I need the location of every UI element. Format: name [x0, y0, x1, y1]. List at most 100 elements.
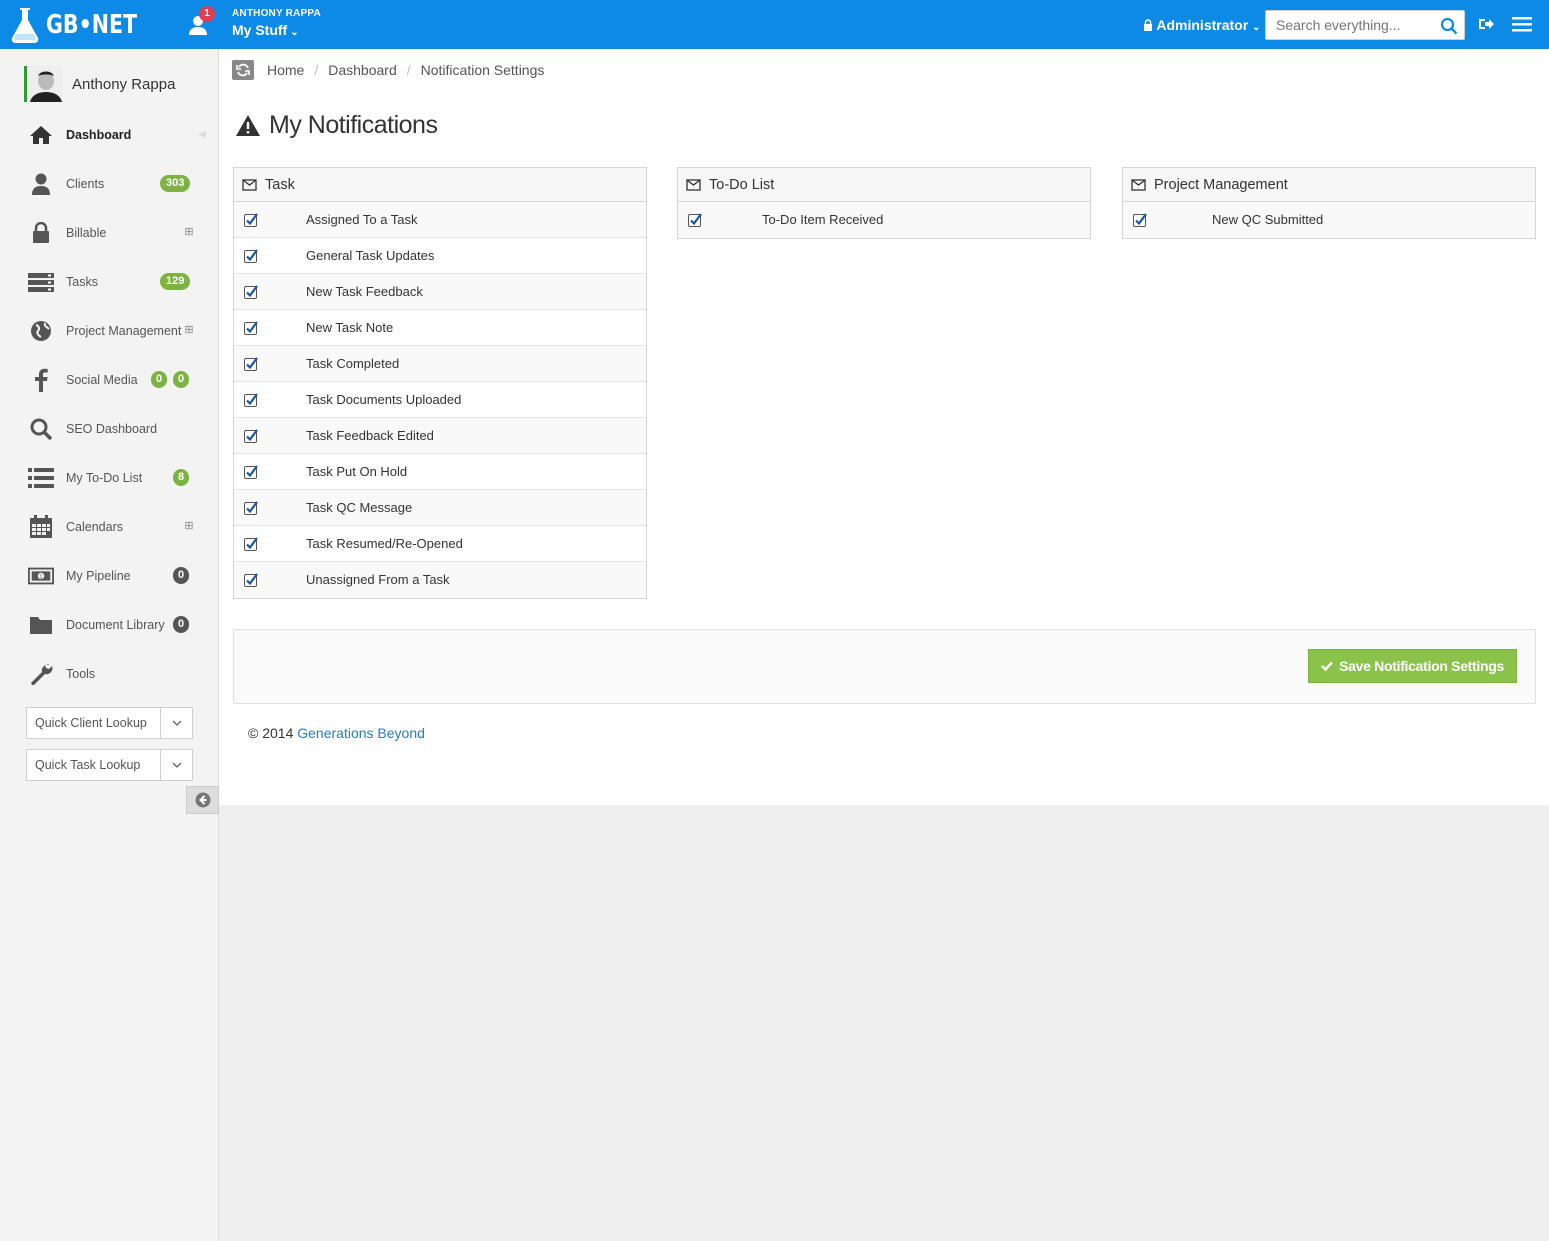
- sidebar-item-calendars[interactable]: Calendars ⊞: [0, 502, 218, 551]
- search-icon[interactable]: [1440, 17, 1458, 35]
- social-badge-2: 0: [173, 371, 190, 388]
- notification-row: New Task Feedback: [234, 274, 646, 310]
- breadcrumb: Home / Dashboard / Notification Settings: [232, 59, 544, 81]
- checkbox-checked[interactable]: [244, 393, 258, 407]
- pipeline-count-badge: 0: [173, 567, 190, 584]
- expand-icon[interactable]: ⊞: [184, 226, 194, 238]
- profile-name: Anthony Rappa: [72, 75, 176, 93]
- sidebar-item-project-management[interactable]: Project Management ⊞: [0, 306, 218, 355]
- lock-icon: [28, 220, 54, 246]
- checkbox-checked[interactable]: [1133, 213, 1147, 227]
- checkbox-checked[interactable]: [244, 501, 258, 515]
- checkbox-checked[interactable]: [244, 537, 258, 551]
- search-input[interactable]: [1266, 11, 1436, 39]
- refresh-icon[interactable]: [232, 60, 254, 80]
- save-notification-settings-button[interactable]: Save Notification Settings: [1308, 649, 1517, 683]
- notification-label: To-Do Item Received: [762, 212, 884, 227]
- sidebar-profile[interactable]: Anthony Rappa: [24, 66, 175, 102]
- breadcrumb-dashboard[interactable]: Dashboard: [328, 62, 397, 78]
- sidebar-collapse-button[interactable]: [186, 786, 219, 814]
- sidebar-item-tasks[interactable]: Tasks 129: [0, 257, 218, 306]
- footer-copyright: © 2014 Generations Beyond: [248, 725, 425, 741]
- user-icon: [28, 171, 54, 197]
- checkbox-checked[interactable]: [244, 357, 258, 371]
- logout-icon[interactable]: [1477, 15, 1495, 33]
- checkbox-checked[interactable]: [244, 213, 258, 227]
- list-icon: [28, 465, 54, 491]
- breadcrumb-home[interactable]: Home: [267, 62, 304, 78]
- search-icon: [28, 416, 54, 442]
- notification-row: Assigned To a Task: [234, 202, 646, 238]
- hamburger-menu-icon[interactable]: [1512, 16, 1532, 32]
- checkbox-checked[interactable]: [244, 321, 258, 335]
- flask-icon: [11, 8, 39, 43]
- panel-heading: Task: [234, 168, 646, 202]
- notification-label: General Task Updates: [306, 248, 435, 263]
- avatar: [24, 66, 62, 102]
- quick-task-lookup[interactable]: Quick Task Lookup: [26, 749, 193, 781]
- notification-row: New QC Submitted: [1123, 202, 1535, 238]
- task-notification-list: Assigned To a Task General Task Updates Ne…: [234, 202, 646, 598]
- sidebar-item-dashboard[interactable]: Dashboard ◀: [0, 110, 218, 159]
- notification-row: Task Completed: [234, 346, 646, 382]
- logo-text: GB•NET: [46, 10, 138, 40]
- administrator-dropdown[interactable]: Administrator ⌄: [1143, 17, 1260, 33]
- envelope-icon: [242, 178, 257, 191]
- chevron-down-icon[interactable]: [160, 750, 192, 780]
- user-menu[interactable]: ANTHONY RAPPA My Stuff ⌄: [232, 8, 321, 38]
- active-arrow-icon: ◀: [198, 129, 206, 140]
- folder-icon: [28, 612, 54, 638]
- sidebar: Anthony Rappa Dashboard ◀ Clients 303 Bi…: [0, 49, 219, 1241]
- notification-label: New Task Note: [306, 320, 394, 335]
- company-link[interactable]: Generations Beyond: [297, 725, 425, 741]
- my-stuff-dropdown[interactable]: My Stuff ⌄: [232, 22, 321, 38]
- expand-icon[interactable]: ⊞: [184, 324, 194, 336]
- sidebar-item-tools[interactable]: Tools: [0, 649, 218, 698]
- notification-label: Assigned To a Task: [306, 212, 418, 227]
- sidebar-item-document-library[interactable]: Document Library 0: [0, 600, 218, 649]
- notification-label: Task Feedback Edited: [306, 428, 434, 443]
- expand-icon[interactable]: ⊞: [184, 520, 194, 532]
- sidebar-item-seo-dashboard[interactable]: SEO Dashboard: [0, 404, 218, 453]
- notification-row: New Task Note: [234, 310, 646, 346]
- notification-row: To-Do Item Received: [678, 202, 1090, 238]
- checkbox-checked[interactable]: [244, 429, 258, 443]
- checkbox-checked[interactable]: [244, 249, 258, 263]
- sidebar-item-social-media[interactable]: Social Media 0 0: [0, 355, 218, 404]
- panel-heading: To-Do List: [678, 168, 1090, 202]
- checkbox-checked[interactable]: [688, 213, 702, 227]
- chevron-down-icon: ⌄: [290, 27, 299, 38]
- notification-label: New QC Submitted: [1212, 212, 1324, 227]
- notification-row: Task Put On Hold: [234, 454, 646, 490]
- search-box: [1265, 10, 1465, 40]
- todo-notification-list: To-Do Item Received: [678, 202, 1090, 238]
- task-panel: Task Assigned To a Task General Task Upda…: [233, 167, 647, 599]
- envelope-icon: [686, 178, 701, 191]
- project-management-panel: Project Management New QC Submitted: [1122, 167, 1536, 239]
- chevron-down-icon[interactable]: [160, 708, 192, 738]
- app-logo[interactable]: GB•NET: [10, 6, 150, 44]
- quick-client-lookup[interactable]: Quick Client Lookup: [26, 707, 193, 739]
- notification-label: Task Documents Uploaded: [306, 392, 462, 407]
- svg-text:1: 1: [39, 574, 43, 580]
- envelope-icon: [1131, 178, 1146, 191]
- checkbox-checked[interactable]: [244, 573, 258, 587]
- sidebar-item-clients[interactable]: Clients 303: [0, 159, 218, 208]
- facebook-icon: [28, 367, 54, 393]
- top-navbar: GB•NET 1 ANTHONY RAPPA My Stuff ⌄ Adminis…: [0, 0, 1549, 49]
- sidebar-item-pipeline[interactable]: 1 My Pipeline 0: [0, 551, 218, 600]
- lock-icon: [1144, 19, 1152, 31]
- warning-icon: [236, 115, 260, 136]
- user-name-caps: ANTHONY RAPPA: [232, 8, 321, 19]
- checkbox-checked[interactable]: [244, 465, 258, 479]
- check-icon: [1321, 661, 1333, 671]
- sidebar-item-todo[interactable]: My To-Do List 8: [0, 453, 218, 502]
- breadcrumb-current: Notification Settings: [420, 62, 545, 78]
- notification-count-badge: 1: [199, 6, 215, 22]
- home-icon: [28, 122, 54, 148]
- notification-row: Unassigned From a Task: [234, 562, 646, 598]
- sidebar-item-billable[interactable]: Billable ⊞: [0, 208, 218, 257]
- panel-heading: Project Management: [1123, 168, 1535, 202]
- checkbox-checked[interactable]: [244, 285, 258, 299]
- clients-count-badge: 303: [160, 175, 191, 192]
